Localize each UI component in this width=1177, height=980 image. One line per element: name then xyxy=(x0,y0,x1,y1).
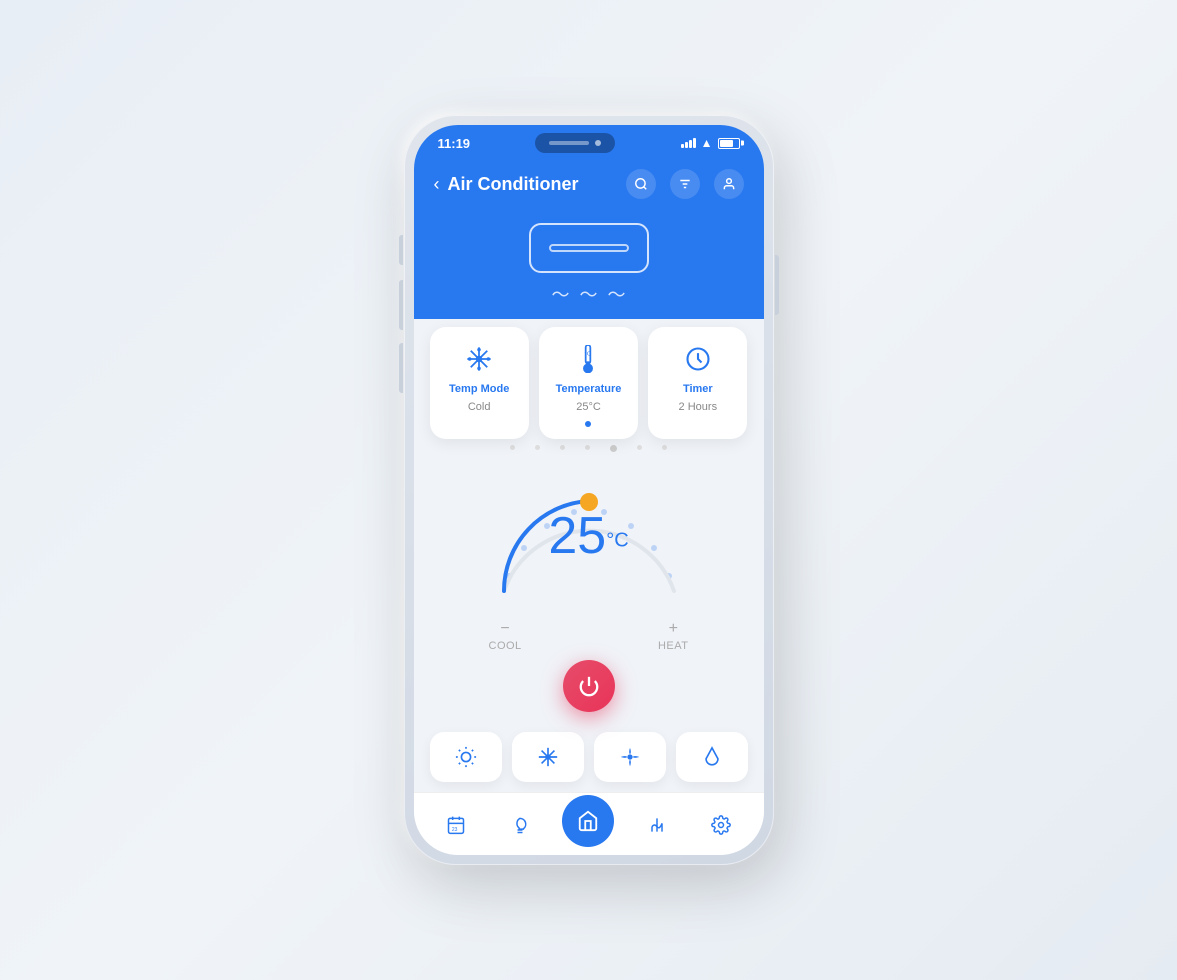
sun-mode-button[interactable] xyxy=(430,732,502,782)
fan-mode-button[interactable] xyxy=(594,732,666,782)
dot-5 xyxy=(610,445,617,452)
temperature-card[interactable]: °C Temperature 25°C xyxy=(539,327,638,439)
air-wave-3: 〜 xyxy=(608,281,626,307)
bottom-nav: 23 xyxy=(414,792,764,855)
battery-icon xyxy=(718,138,740,149)
app-title: Air Conditioner xyxy=(448,174,579,195)
dot-indicators xyxy=(414,439,764,458)
header-left: ‹ Air Conditioner xyxy=(434,174,579,195)
dot-1 xyxy=(510,445,515,450)
increase-button[interactable]: + xyxy=(669,620,678,638)
power-button-physical xyxy=(775,255,779,315)
snowflake-icon xyxy=(461,341,497,377)
temperature-reading: 25 xyxy=(548,507,606,565)
wifi-icon: ▲ xyxy=(701,136,713,150)
search-button[interactable] xyxy=(626,169,656,199)
power-button[interactable] xyxy=(563,660,615,712)
status-icons: ▲ xyxy=(681,136,740,150)
timer-label: Timer xyxy=(683,383,713,395)
cool-label-group: − COOL xyxy=(489,620,522,652)
temp-display: 25°C xyxy=(548,506,628,566)
ac-airflow: 〜 〜 〜 xyxy=(552,281,626,307)
temperature-value: 25°C xyxy=(576,401,601,413)
dry-mode-button[interactable] xyxy=(676,732,748,782)
phone-screen: 11:19 ▲ ‹ Air Co xyxy=(414,125,764,855)
dot-3 xyxy=(560,445,565,450)
dot-4 xyxy=(585,445,590,450)
status-bar: 11:19 ▲ xyxy=(414,125,764,159)
clock-icon xyxy=(680,341,716,377)
nav-chart[interactable] xyxy=(635,803,679,847)
temp-mode-value: Cold xyxy=(468,401,491,413)
thermostat-container: 25°C − COOL + HEAT xyxy=(430,468,748,712)
notch-bar xyxy=(549,141,589,145)
nav-calendar[interactable]: 23 xyxy=(434,803,478,847)
cool-label: COOL xyxy=(489,640,522,652)
app-header: ‹ Air Conditioner xyxy=(414,159,764,213)
temp-unit: °C xyxy=(606,530,628,552)
thermometer-icon: °C xyxy=(570,341,606,377)
back-button[interactable]: ‹ xyxy=(434,174,440,195)
battery-fill xyxy=(720,140,734,147)
dot-6 xyxy=(637,445,642,450)
snowflake-mode-button[interactable] xyxy=(512,732,584,782)
nav-bulb[interactable] xyxy=(498,803,542,847)
temperature-label: Temperature xyxy=(556,383,622,395)
time-display: 11:19 xyxy=(438,136,471,151)
mode-buttons xyxy=(414,720,764,792)
settings-icon xyxy=(711,815,731,835)
air-wave-1: 〜 xyxy=(552,281,570,307)
heat-label: HEAT xyxy=(658,640,689,652)
nav-home[interactable] xyxy=(562,795,614,847)
dot-2 xyxy=(535,445,540,450)
svg-text:23: 23 xyxy=(452,827,458,833)
timer-card[interactable]: Timer 2 Hours xyxy=(648,327,747,439)
power-icon xyxy=(578,675,600,697)
volume-down-button xyxy=(399,343,403,393)
cool-heat-labels: − COOL + HEAT xyxy=(489,620,689,652)
signal-icon xyxy=(681,138,696,148)
temperature-indicator xyxy=(585,421,591,427)
calendar-icon: 23 xyxy=(446,815,466,835)
volume-up-button xyxy=(399,280,403,330)
mute-button xyxy=(399,235,403,265)
air-wave-2: 〜 xyxy=(580,281,598,307)
notch xyxy=(535,133,615,153)
home-icon xyxy=(577,810,599,832)
decrease-button[interactable]: − xyxy=(500,620,509,638)
sun-icon xyxy=(455,746,477,768)
ac-vent xyxy=(549,244,629,252)
nav-settings[interactable] xyxy=(699,803,743,847)
heat-label-group: + HEAT xyxy=(658,620,689,652)
temp-mode-card[interactable]: Temp Mode Cold xyxy=(430,327,529,439)
header-icons xyxy=(626,169,744,199)
phone-mockup: 11:19 ▲ ‹ Air Co xyxy=(404,115,774,865)
ac-unit-icon xyxy=(529,223,649,273)
fan-icon xyxy=(619,746,641,768)
profile-button[interactable] xyxy=(714,169,744,199)
dial-wrapper: 25°C xyxy=(479,476,699,616)
snowflake-mode-icon xyxy=(537,746,559,768)
thermostat-section: 25°C − COOL + HEAT xyxy=(414,458,764,720)
temp-mode-label: Temp Mode xyxy=(449,383,509,395)
svg-text:°C: °C xyxy=(585,352,592,358)
drop-icon xyxy=(701,746,723,768)
cards-section: Temp Mode Cold °C Temperature 25°C xyxy=(414,319,764,439)
cards-row: Temp Mode Cold °C Temperature 25°C xyxy=(430,319,748,439)
timer-value: 2 Hours xyxy=(679,401,718,413)
camera-dot xyxy=(595,140,601,146)
dot-7 xyxy=(662,445,667,450)
chart-icon xyxy=(647,815,667,835)
bulb-icon xyxy=(510,815,530,835)
filter-button[interactable] xyxy=(670,169,700,199)
